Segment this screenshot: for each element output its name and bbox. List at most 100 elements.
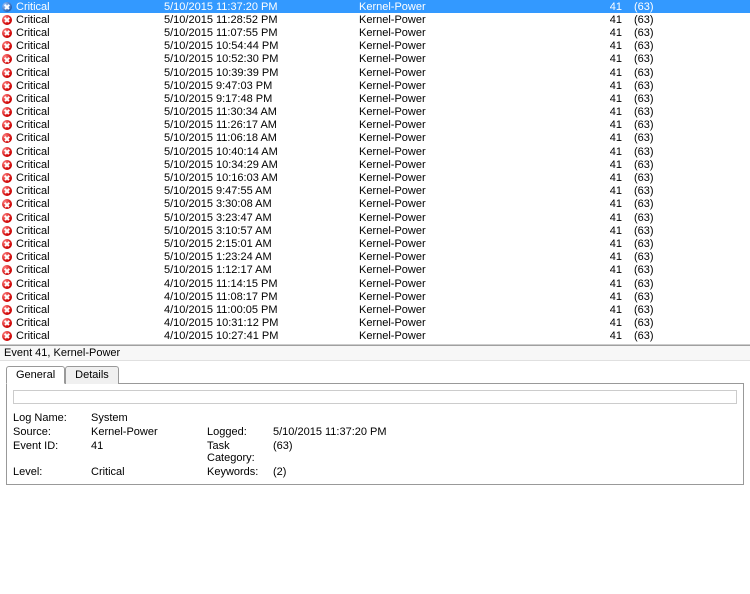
cell-date: 5/10/2015 11:30:34 AM: [164, 106, 359, 118]
event-row[interactable]: Critical5/10/2015 10:16:03 AMKernel-Powe…: [0, 171, 750, 184]
cell-source: Kernel-Power: [359, 159, 604, 171]
cell-event-id: 41: [604, 304, 622, 316]
event-row[interactable]: Critical4/10/2015 11:00:05 PMKernel-Powe…: [0, 303, 750, 316]
event-row[interactable]: Critical4/10/2015 10:27:41 PMKernel-Powe…: [0, 330, 750, 343]
error-icon: [2, 252, 12, 262]
cell-event-id: 41: [604, 198, 622, 210]
label-logname: Log Name:: [13, 412, 85, 424]
cell-date: 5/10/2015 10:52:30 PM: [164, 53, 359, 65]
cell-level: Critical: [16, 159, 164, 171]
event-row[interactable]: Critical4/10/2015 11:08:17 PMKernel-Powe…: [0, 290, 750, 303]
error-icon: [2, 173, 12, 183]
event-row[interactable]: Critical5/10/2015 10:39:39 PMKernel-Powe…: [0, 66, 750, 79]
cell-event-id: 41: [604, 93, 622, 105]
cell-task-category: (63): [622, 251, 654, 263]
error-icon: [2, 133, 12, 143]
cell-source: Kernel-Power: [359, 14, 604, 26]
cell-level: Critical: [16, 67, 164, 79]
value-eventid: 41: [91, 440, 201, 464]
cell-date: 4/10/2015 10:31:12 PM: [164, 317, 359, 329]
error-icon: [2, 226, 12, 236]
event-row[interactable]: Critical5/10/2015 3:10:57 AMKernel-Power…: [0, 224, 750, 237]
cell-event-id: 41: [604, 14, 622, 26]
cell-date: 5/10/2015 10:40:14 AM: [164, 146, 359, 158]
event-row[interactable]: Critical5/10/2015 9:47:55 AMKernel-Power…: [0, 185, 750, 198]
cell-level: Critical: [16, 264, 164, 276]
event-row[interactable]: Critical5/10/2015 10:34:29 AMKernel-Powe…: [0, 158, 750, 171]
cell-event-id: 41: [604, 1, 622, 13]
cell-date: 5/10/2015 9:47:03 PM: [164, 80, 359, 92]
cell-source: Kernel-Power: [359, 264, 604, 276]
event-row[interactable]: Critical5/10/2015 1:12:17 AMKernel-Power…: [0, 264, 750, 277]
event-list[interactable]: Critical5/10/2015 11:37:20 PMKernel-Powe…: [0, 0, 750, 345]
event-row[interactable]: Critical5/10/2015 3:23:47 AMKernel-Power…: [0, 211, 750, 224]
event-description[interactable]: [13, 390, 737, 404]
label-taskcat: Task Category:: [207, 440, 267, 464]
cell-event-id: 41: [604, 53, 622, 65]
cell-source: Kernel-Power: [359, 330, 604, 342]
tabs: General Details: [0, 361, 750, 383]
event-row[interactable]: Critical5/10/2015 11:28:52 PMKernel-Powe…: [0, 13, 750, 26]
event-row[interactable]: Critical5/10/2015 11:26:17 AMKernel-Powe…: [0, 119, 750, 132]
cell-level: Critical: [16, 1, 164, 13]
cell-source: Kernel-Power: [359, 291, 604, 303]
cell-source: Kernel-Power: [359, 198, 604, 210]
cell-level: Critical: [16, 317, 164, 329]
error-icon: [2, 107, 12, 117]
cell-source: Kernel-Power: [359, 251, 604, 263]
event-row[interactable]: Critical4/10/2015 10:31:12 PMKernel-Powe…: [0, 317, 750, 330]
error-icon: [2, 199, 12, 209]
cell-source: Kernel-Power: [359, 27, 604, 39]
cell-level: Critical: [16, 14, 164, 26]
cell-date: 5/10/2015 11:28:52 PM: [164, 14, 359, 26]
cell-level: Critical: [16, 172, 164, 184]
event-row[interactable]: Critical5/10/2015 1:23:24 AMKernel-Power…: [0, 251, 750, 264]
cell-task-category: (63): [622, 317, 654, 329]
event-row[interactable]: Critical5/10/2015 9:47:03 PMKernel-Power…: [0, 79, 750, 92]
cell-level: Critical: [16, 330, 164, 342]
cell-level: Critical: [16, 212, 164, 224]
event-row[interactable]: Critical5/10/2015 11:37:20 PMKernel-Powe…: [0, 0, 750, 13]
cell-task-category: (63): [622, 119, 654, 131]
cell-source: Kernel-Power: [359, 119, 604, 131]
cell-date: 5/10/2015 10:16:03 AM: [164, 172, 359, 184]
cell-task-category: (63): [622, 80, 654, 92]
error-icon: [2, 41, 12, 51]
event-row[interactable]: Critical5/10/2015 3:30:08 AMKernel-Power…: [0, 198, 750, 211]
error-icon: [2, 2, 12, 12]
cell-date: 5/10/2015 11:37:20 PM: [164, 1, 359, 13]
error-icon: [2, 15, 12, 25]
event-row[interactable]: Critical5/10/2015 11:06:18 AMKernel-Powe…: [0, 132, 750, 145]
cell-date: 5/10/2015 10:34:29 AM: [164, 159, 359, 171]
cell-date: 5/10/2015 1:12:17 AM: [164, 264, 359, 276]
error-icon: [2, 292, 12, 302]
cell-event-id: 41: [604, 146, 622, 158]
cell-level: Critical: [16, 146, 164, 158]
cell-task-category: (63): [622, 1, 654, 13]
event-row[interactable]: Critical5/10/2015 11:07:55 PMKernel-Powe…: [0, 26, 750, 39]
event-row[interactable]: Critical5/10/2015 9:17:48 PMKernel-Power…: [0, 92, 750, 105]
cell-task-category: (63): [622, 225, 654, 237]
error-icon: [2, 213, 12, 223]
error-icon: [2, 94, 12, 104]
cell-event-id: 41: [604, 264, 622, 276]
cell-task-category: (63): [622, 185, 654, 197]
tab-details[interactable]: Details: [65, 366, 119, 384]
tab-general[interactable]: General: [6, 366, 65, 384]
cell-level: Critical: [16, 291, 164, 303]
value-source: Kernel-Power: [91, 426, 201, 438]
event-row[interactable]: Critical5/10/2015 10:40:14 AMKernel-Powe…: [0, 145, 750, 158]
error-icon: [2, 318, 12, 328]
error-icon: [2, 279, 12, 289]
cell-source: Kernel-Power: [359, 225, 604, 237]
event-row[interactable]: Critical5/10/2015 11:30:34 AMKernel-Powe…: [0, 106, 750, 119]
cell-date: 5/10/2015 2:15:01 AM: [164, 238, 359, 250]
event-row[interactable]: Critical5/10/2015 10:52:30 PMKernel-Powe…: [0, 53, 750, 66]
cell-date: 5/10/2015 3:30:08 AM: [164, 198, 359, 210]
event-row[interactable]: Critical5/10/2015 10:54:44 PMKernel-Powe…: [0, 40, 750, 53]
event-row[interactable]: Critical5/10/2015 2:15:01 AMKernel-Power…: [0, 237, 750, 250]
error-icon: [2, 305, 12, 315]
cell-level: Critical: [16, 132, 164, 144]
cell-date: 4/10/2015 11:14:15 PM: [164, 278, 359, 290]
event-row[interactable]: Critical4/10/2015 11:14:15 PMKernel-Powe…: [0, 277, 750, 290]
